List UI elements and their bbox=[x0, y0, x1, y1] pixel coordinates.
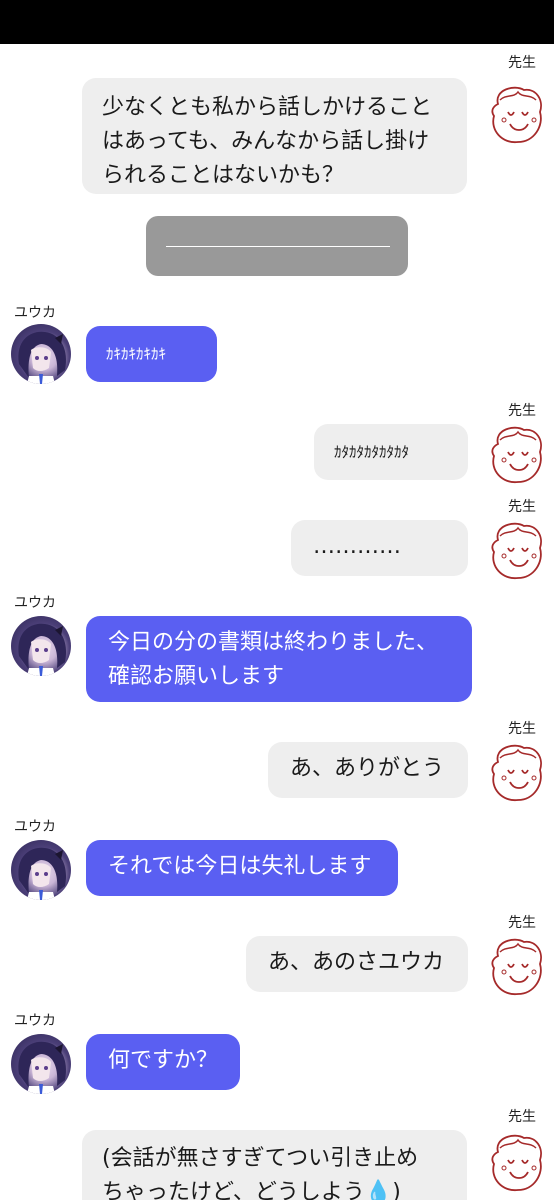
message-line: それでは今日は失礼します bbox=[108, 854, 372, 879]
message-bubble: それでは今日は失礼します bbox=[86, 840, 398, 896]
message-bubble: ………… bbox=[291, 520, 468, 576]
message-bubble: 少なくとも私から話しかけること はあっても、みんなから話し掛け られることはない… bbox=[82, 78, 467, 194]
teacher-avatar-icon bbox=[484, 740, 550, 806]
sender-name: 先生 bbox=[508, 721, 536, 737]
message-line: 確認お願いします bbox=[108, 664, 285, 689]
yuuka-avatar-icon bbox=[11, 1034, 71, 1094]
message-line: (会話が無さすぎてつい引き止め bbox=[102, 1146, 419, 1171]
teacher-avatar-icon bbox=[484, 934, 550, 1000]
message-bubble: 何ですか？ bbox=[86, 1034, 240, 1090]
teacher-avatar-icon bbox=[484, 1130, 550, 1196]
message-line: ………… bbox=[313, 534, 401, 559]
teacher-avatar-icon bbox=[484, 82, 550, 148]
message-line: 少なくとも私から話しかけること bbox=[102, 95, 433, 120]
chat-log[interactable]: 先生 少なくとも私から話しかけること はあっても、みんなから話し掛け られること… bbox=[0, 44, 554, 1200]
message-bubble: ｶｷｶｷｶｷｶｷ bbox=[86, 326, 217, 382]
message-bubble: (会話が無さすぎてつい引き止め ちゃったけど、どうしよう💧) bbox=[82, 1130, 467, 1200]
yuuka-avatar-icon bbox=[11, 616, 71, 676]
message-line: はあっても、みんなから話し掛け bbox=[102, 129, 430, 154]
message-line: 何ですか？ bbox=[108, 1048, 219, 1073]
yuuka-avatar-icon bbox=[11, 324, 71, 384]
message-bubble: 今日の分の書類は終わりました、 確認お願いします bbox=[86, 616, 472, 702]
yuuka-avatar-icon bbox=[11, 840, 71, 900]
sender-name: 先生 bbox=[508, 499, 536, 515]
sender-name: ユウカ bbox=[14, 1013, 56, 1029]
message-line: ｶｷｶｷｶｷｶｷ bbox=[106, 345, 167, 363]
message-bubble: あ、あのさユウカ bbox=[246, 936, 468, 992]
message-line: 今日の分の書類は終わりました、 bbox=[108, 630, 439, 655]
message-bubble: ｶﾀｶﾀｶﾀｶﾀｶﾀ bbox=[314, 424, 468, 480]
message-line: ｶﾀｶﾀｶﾀｶﾀｶﾀ bbox=[334, 443, 410, 461]
sender-name: ユウカ bbox=[14, 305, 56, 321]
choice-bubble[interactable] bbox=[146, 216, 408, 276]
sender-name: ユウカ bbox=[14, 819, 56, 835]
teacher-avatar-icon bbox=[484, 518, 550, 584]
sender-name: ユウカ bbox=[14, 595, 56, 611]
message-line: あ、ありがとう bbox=[290, 756, 445, 781]
choice-line bbox=[166, 246, 390, 247]
sender-name: 先生 bbox=[508, 1109, 536, 1125]
status-bar bbox=[0, 0, 554, 44]
message-bubble: あ、ありがとう bbox=[268, 742, 468, 798]
message-line: られることはないかも？ bbox=[102, 163, 345, 188]
message-line: ちゃったけど、どうしよう💧) bbox=[102, 1180, 401, 1200]
sender-name: 先生 bbox=[508, 915, 536, 931]
sender-name: 先生 bbox=[508, 55, 536, 71]
sender-name: 先生 bbox=[508, 403, 536, 419]
message-line: あ、あのさユウカ bbox=[268, 950, 445, 975]
teacher-avatar-icon bbox=[484, 422, 550, 488]
